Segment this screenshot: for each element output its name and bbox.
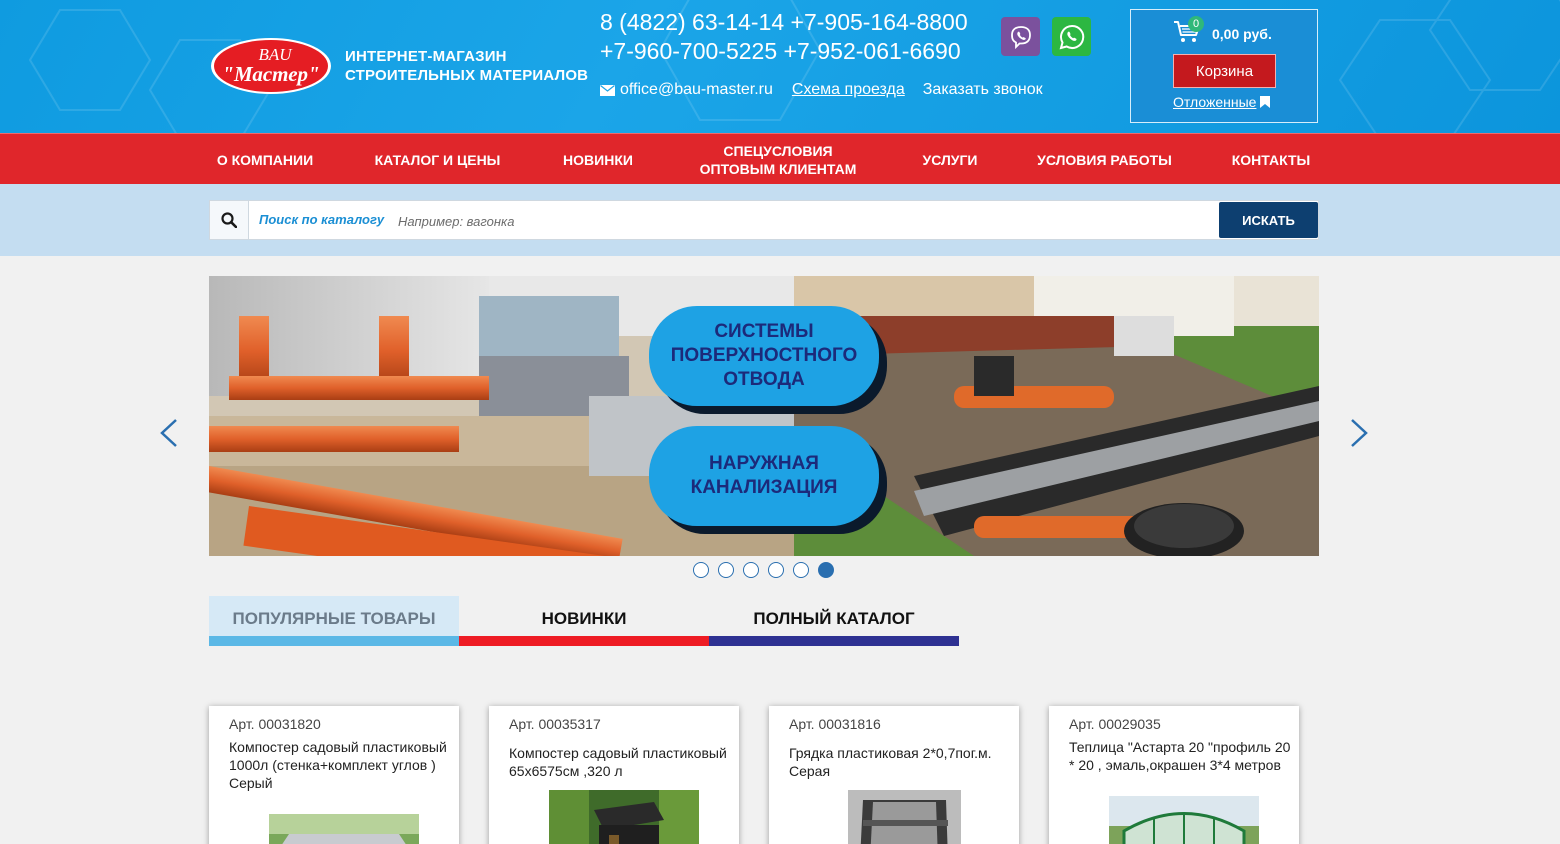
site-header: BAU "Мастер" ИНТЕРНЕТ-МАГАЗИН СТРОИТЕЛЬН… xyxy=(0,0,1560,133)
main-nav: О КОМПАНИИ КАТАЛОГ И ЦЕНЫ НОВИНКИ СПЕЦУС… xyxy=(0,133,1560,184)
product-title[interactable]: Компостер садовый пластиковый 65х6575см … xyxy=(509,744,734,780)
product-card[interactable]: Арт. 00029035 Теплица "Астарта 20 "профи… xyxy=(1049,706,1299,844)
bookmark-icon xyxy=(1260,96,1271,108)
tab-popular[interactable]: ПОПУЛЯРНЫЕ ТОВАРЫ xyxy=(209,596,459,646)
slide-label-sewerage[interactable]: НАРУЖНАЯ КАНАЛИЗАЦИЯ xyxy=(649,426,879,526)
route-link[interactable]: Схема проезда xyxy=(792,81,905,99)
phone-numbers[interactable]: 8 (4822) 63-14-14 +7-905-164-8800 +7-960… xyxy=(600,8,968,66)
slider-dot[interactable] xyxy=(693,562,709,578)
tab-underline xyxy=(459,636,709,646)
product-title[interactable]: Теплица "Астарта 20 "профиль 20 * 20 , э… xyxy=(1069,738,1294,774)
product-card[interactable]: Арт. 00035317 Компостер садовый пластико… xyxy=(489,706,739,844)
slider-dots xyxy=(693,562,834,578)
product-card[interactable]: Арт. 00031816 Грядка пластиковая 2*0,7по… xyxy=(769,706,1019,844)
slider-dot[interactable] xyxy=(743,562,759,578)
tab-label: ПОЛНЫЙ КАТАЛОГ xyxy=(753,609,915,628)
slider-dot-active[interactable] xyxy=(818,562,834,578)
nav-item-catalog[interactable]: КАТАЛОГ И ЦЕНЫ xyxy=(366,134,509,185)
slide-image-sewerage xyxy=(794,276,1319,556)
callback-link[interactable]: Заказать звонок xyxy=(923,81,1043,99)
logo-caption-line: СТРОИТЕЛЬНЫХ МАТЕРИАЛОВ xyxy=(345,67,589,84)
nav-item-services[interactable]: УСЛУГИ xyxy=(912,134,988,185)
nav-item-contacts[interactable]: КОНТАКТЫ xyxy=(1222,134,1320,185)
tab-underline xyxy=(209,636,459,646)
nav-item-new[interactable]: НОВИНКИ xyxy=(553,134,643,185)
logo-caption: ИНТЕРНЕТ-МАГАЗИН СТРОИТЕЛЬНЫХ МАТЕРИАЛОВ xyxy=(345,47,588,85)
cart-sum: 0,00 руб. xyxy=(1212,26,1272,42)
product-article: Арт. 00031820 xyxy=(229,716,321,732)
phone-line[interactable]: 8 (4822) 63-14-14 +7-905-164-8800 xyxy=(600,8,968,37)
banner-slider: СИСТЕМЫ ПОВЕРХНОСТНОГО ОТВОДА НАРУЖНАЯ К… xyxy=(209,276,1319,556)
email-link[interactable]: office@bau-master.ru xyxy=(620,81,773,99)
product-image[interactable] xyxy=(549,790,699,844)
product-tabs: ПОПУЛЯРНЫЕ ТОВАРЫ НОВИНКИ ПОЛНЫЙ КАТАЛОГ xyxy=(209,596,959,646)
slide-label-surface-drainage[interactable]: СИСТЕМЫ ПОВЕРХНОСТНОГО ОТВОДА xyxy=(649,306,879,406)
nav-item-about[interactable]: О КОМПАНИИ xyxy=(209,134,321,185)
deferred-link[interactable]: Отложенные xyxy=(1173,94,1271,110)
logo[interactable]: BAU "Мастер" xyxy=(209,36,333,96)
product-title[interactable]: Компостер садовый пластиковый 1000л (сте… xyxy=(229,738,454,792)
slider-dot[interactable] xyxy=(768,562,784,578)
search-icon[interactable] xyxy=(210,201,249,239)
logo-caption-line: ИНТЕРНЕТ-МАГАЗИН xyxy=(345,48,507,65)
deferred-label: Отложенные xyxy=(1173,94,1257,110)
slider-next-icon[interactable] xyxy=(1349,418,1369,448)
nav-item-wholesale[interactable]: СПЕЦУСЛОВИЯ ОПТОВЫМ КЛИЕНТАМ xyxy=(688,134,868,185)
product-image[interactable] xyxy=(269,814,419,844)
cart-count-badge: 0 xyxy=(1188,16,1204,32)
cart-button[interactable]: Корзина xyxy=(1173,54,1276,88)
tab-underline xyxy=(709,636,959,646)
tab-label: ПОПУЛЯРНЫЕ ТОВАРЫ xyxy=(232,609,436,628)
tab-full-catalog[interactable]: ПОЛНЫЙ КАТАЛОГ xyxy=(709,596,959,646)
search-input[interactable] xyxy=(398,209,1198,233)
viber-icon[interactable] xyxy=(1001,17,1040,56)
product-card[interactable]: Арт. 00031820 Компостер садовый пластико… xyxy=(209,706,459,844)
contacts-row: office@bau-master.ru Схема проезда Заказ… xyxy=(600,81,1043,99)
slider-dot[interactable] xyxy=(718,562,734,578)
tab-label: НОВИНКИ xyxy=(541,609,627,628)
product-image[interactable] xyxy=(848,790,961,844)
product-article: Арт. 00029035 xyxy=(1069,716,1161,732)
nav-item-terms[interactable]: УСЛОВИЯ РАБОТЫ xyxy=(1031,134,1178,185)
slider-prev-icon[interactable] xyxy=(159,418,179,448)
mail-icon xyxy=(600,84,615,96)
whatsapp-icon[interactable] xyxy=(1052,17,1091,56)
cart-box: 0 0,00 руб. Корзина Отложенные xyxy=(1130,9,1318,123)
product-title[interactable]: Грядка пластиковая 2*0,7пог.м. Серая xyxy=(789,744,1014,780)
product-image[interactable] xyxy=(1109,796,1259,844)
search-button[interactable]: ИСКАТЬ xyxy=(1219,202,1318,238)
product-article: Арт. 00031816 xyxy=(789,716,881,732)
search-bar: Поиск по каталогу ИСКАТЬ xyxy=(209,200,1319,240)
search-label: Поиск по каталогу xyxy=(259,212,385,227)
tab-new[interactable]: НОВИНКИ xyxy=(459,596,709,646)
logo-wordmark-bottom: "Мастер" xyxy=(222,62,319,86)
phone-line[interactable]: +7-960-700-5225 +7-952-061-6690 xyxy=(600,37,968,66)
product-article: Арт. 00035317 xyxy=(509,716,601,732)
slider-dot[interactable] xyxy=(793,562,809,578)
